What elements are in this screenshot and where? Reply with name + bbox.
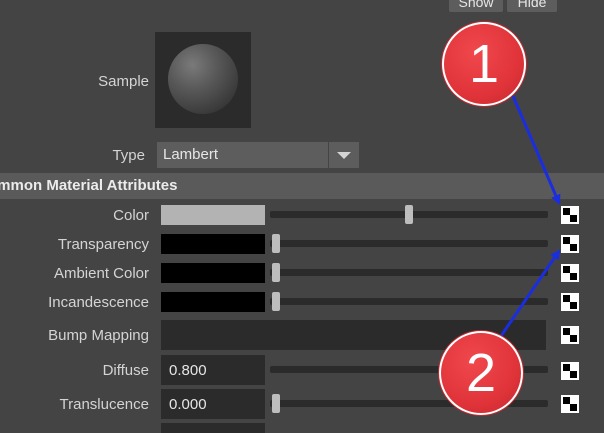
- arrow-2: [499, 249, 561, 337]
- callout-badge-1: 1: [442, 22, 526, 106]
- arrow-1: [511, 95, 561, 205]
- callout-badge-2: 2: [439, 331, 523, 415]
